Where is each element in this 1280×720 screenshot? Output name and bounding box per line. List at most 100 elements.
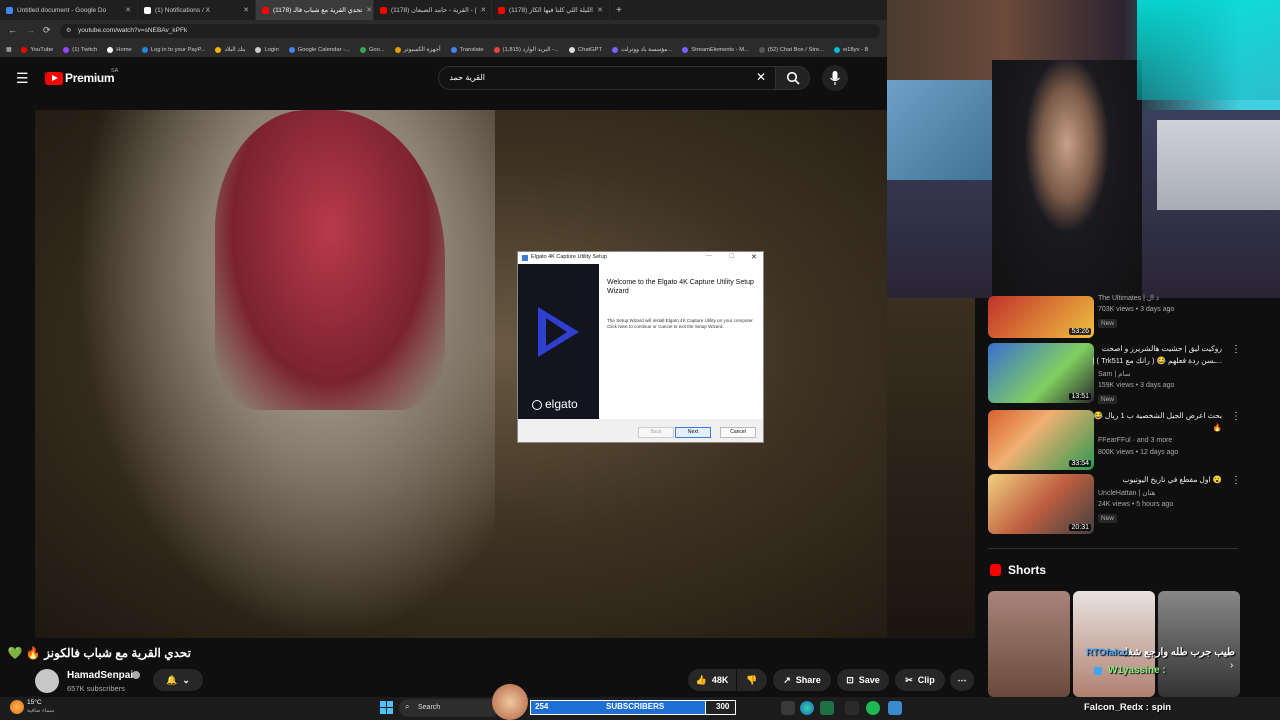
bookmark[interactable]: w18yv - B [833, 46, 868, 53]
edge-icon[interactable] [800, 701, 814, 715]
video-thumbnail[interactable]: 13:51 [988, 343, 1094, 403]
bookmark[interactable]: Log in to your PayP... [141, 46, 205, 53]
clear-search-icon[interactable]: ✕ [756, 70, 766, 84]
browser-tab[interactable]: Untitled document - Google Do ✕ [0, 0, 138, 20]
video-title[interactable]: روكيت ليق | حشيت هالشريرز و اصحت [1102, 344, 1222, 353]
browser-tab[interactable]: (1178) القرية - حامد الضبعان - | ✕ [374, 0, 492, 20]
video-thumbnail[interactable]: 53:26 [988, 296, 1094, 338]
close-dialog-icon[interactable]: ✕ [751, 253, 757, 261]
thumbs-down-icon: 👎 [746, 674, 758, 685]
video-title-line2[interactable]: ...ـسن ردة فعلهم 😂 ( رانك مع Trk511 ) | [1092, 356, 1222, 365]
bookmark[interactable]: (1,815) البريد الوارد -... [493, 46, 559, 53]
windows-start-icon[interactable] [380, 701, 393, 714]
youtube-premium-logo[interactable]: Premium [65, 71, 115, 85]
store-icon[interactable] [781, 701, 795, 715]
close-tab-icon[interactable]: ✕ [243, 6, 249, 14]
more-options-icon[interactable]: ⋮ [1231, 411, 1241, 422]
video-title-line2[interactable]: 🔥 [1213, 423, 1222, 432]
bookmark[interactable]: Home [107, 46, 132, 53]
video-title[interactable]: بحث اعرض الجيل الشخصية ب 1 ريال 😂 [1093, 411, 1222, 420]
more-options-icon[interactable]: ⋮ [1231, 475, 1241, 486]
url-field[interactable]: youtube.com/watch?v=sNEBAv_kPFk [60, 24, 880, 38]
notification-bell-button[interactable]: 🔔 ⌄ [153, 669, 203, 691]
bookmark[interactable]: ChatGPT [568, 46, 602, 53]
thumbs-up-icon: 👍 [695, 674, 707, 685]
back-icon[interactable]: ← [8, 25, 17, 35]
bookmark[interactable]: (52) Chat Box / Stre... [758, 46, 824, 53]
region-code: SA [111, 68, 119, 74]
video-duration: 13:51 [1069, 393, 1091, 400]
browser-tab[interactable]: (1178) الليلة اللي كلنا فيها الكار ✕ [492, 0, 610, 20]
youtube-icon [498, 6, 505, 14]
voice-search-button[interactable] [822, 65, 848, 91]
apps-icon[interactable]: ▦ [6, 47, 11, 53]
setup-app-icon [522, 255, 528, 261]
video-thumbnail[interactable]: 20:31 [988, 474, 1094, 534]
maximize-icon[interactable]: ☐ [729, 253, 734, 260]
like-button[interactable]: 👍 48K [688, 669, 736, 691]
bookmark[interactable]: (1) Twitch [63, 46, 97, 53]
docs-icon [6, 6, 13, 14]
channel-name[interactable]: FFearFFul · and 3 more [1098, 437, 1172, 444]
save-button[interactable]: ⊡ Save [837, 669, 889, 691]
next-button[interactable]: Next [675, 427, 711, 438]
taskbar-search[interactable]: Search [399, 699, 499, 717]
shorts-next-icon[interactable]: › [1230, 660, 1233, 671]
close-tab-icon[interactable]: ✕ [366, 6, 372, 14]
video-title[interactable]: 😮 اول مقطع في تاريخ اليوتيوب [1123, 475, 1222, 484]
back-button[interactable]: Back [638, 427, 674, 438]
cancel-button[interactable]: Cancel [720, 427, 756, 438]
bookmark[interactable]: Translate [450, 46, 484, 53]
channel-name[interactable]: UncleHattan | هتان [1098, 489, 1155, 497]
menu-icon[interactable]: ☰ [16, 70, 29, 87]
video-duration: 33:54 [1069, 460, 1091, 467]
spotify-icon[interactable] [866, 701, 880, 715]
share-icon: ↗ [783, 674, 791, 685]
reload-icon[interactable]: ⟳ [43, 25, 51, 36]
sub-count-current: 254 [535, 702, 549, 711]
search-button[interactable] [776, 66, 810, 90]
share-button[interactable]: ↗ Share [773, 669, 831, 691]
close-tab-icon[interactable]: ✕ [597, 6, 603, 14]
short-thumbnail[interactable] [1158, 591, 1240, 697]
bookmark[interactable]: أجهزة الكمبيوتر [394, 46, 441, 53]
dialog-body: The Setup Wizard will install Elgato 4K … [607, 318, 754, 329]
channel-name[interactable]: The Ultimates | ذ ال [1098, 294, 1159, 302]
bookmark[interactable]: بنك البلاد [215, 46, 245, 53]
app-icon[interactable] [888, 701, 902, 715]
video-title: تحدي القرية مع شباب فالكونز 🔥 💚 [7, 646, 191, 660]
webcam-chair [1157, 120, 1280, 210]
channel-avatar[interactable] [35, 669, 59, 693]
site-info-icon[interactable]: ⚙ [66, 27, 71, 34]
search-input[interactable]: القرية حمد [438, 66, 776, 90]
bookmark[interactable]: Google Calendar -... [288, 46, 350, 53]
bookmark[interactable]: Goo... [359, 46, 385, 53]
short-thumbnail[interactable] [1073, 591, 1155, 697]
channel-name[interactable]: HamadSenpai [67, 670, 133, 681]
youtube-icon [380, 6, 387, 14]
bookmark[interactable]: مؤسسة باد ووترلت... [612, 46, 672, 53]
weather-temp[interactable]: 15°C [27, 699, 42, 706]
forward-icon[interactable]: → [26, 25, 35, 35]
channel-name[interactable]: Sam | سام [1098, 370, 1130, 378]
minimize-icon[interactable]: — [706, 253, 712, 259]
premiere-icon[interactable] [845, 701, 859, 715]
close-tab-icon[interactable]: ✕ [125, 6, 131, 14]
bookmark[interactable]: Login [255, 46, 279, 53]
video-meta: 24K views • 5 hours ago [1098, 501, 1174, 508]
new-tab-button[interactable]: + [610, 0, 628, 20]
youtube-logo-icon[interactable] [45, 72, 63, 85]
clip-button[interactable]: ✂ Clip [895, 669, 945, 691]
bookmark[interactable]: StreamElements - M... [682, 46, 749, 53]
more-actions-button[interactable]: ⋯ [950, 669, 974, 691]
video-thumbnail[interactable]: 33:54 [988, 410, 1094, 470]
more-options-icon[interactable]: ⋮ [1231, 344, 1241, 355]
elgato-brand: elgato [545, 397, 578, 411]
excel-icon[interactable] [820, 701, 834, 715]
short-thumbnail[interactable] [988, 591, 1070, 697]
close-tab-icon[interactable]: ✕ [480, 6, 486, 14]
browser-tab[interactable]: (1) Notifications / X ✕ [138, 0, 256, 20]
browser-tab-active[interactable]: (1178) تحدي القرية مع شباب فالـ ✕ [256, 0, 374, 20]
dislike-button[interactable]: 👎 [737, 669, 767, 691]
bookmark[interactable]: YouTube [21, 46, 53, 53]
